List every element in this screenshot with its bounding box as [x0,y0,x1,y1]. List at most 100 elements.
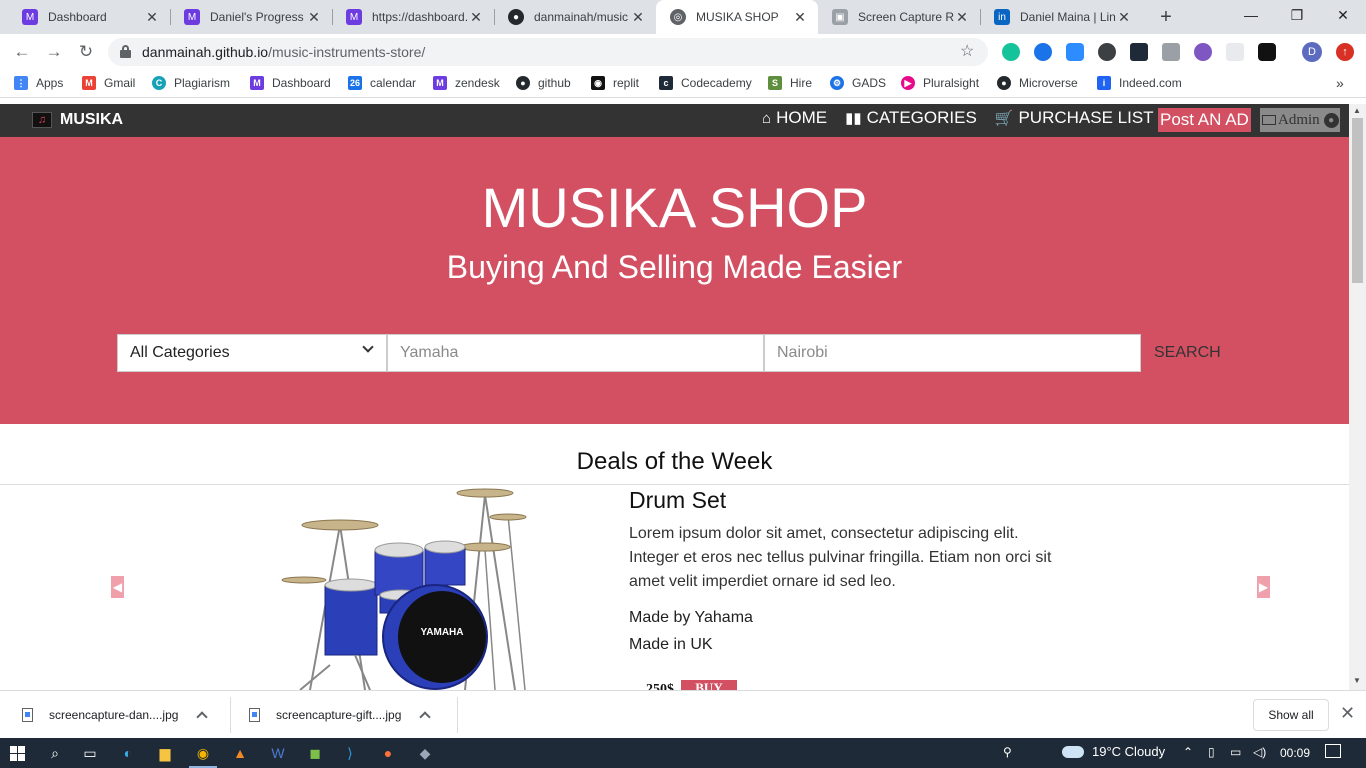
new-tab-button[interactable]: + [1154,5,1178,29]
nav-purchase-list-link[interactable]: 🛒 PURCHASE LIST [995,108,1154,128]
people-icon[interactable]: ⚲ [1003,745,1012,759]
bookmark-item[interactable]: C Plagiarism [152,76,230,90]
extension-icon[interactable] [1258,43,1276,61]
bookmark-item[interactable]: 26 calendar [348,76,416,90]
extension-icon[interactable] [1226,43,1244,61]
close-icon[interactable]: ✕ [1340,703,1355,724]
clock[interactable]: 00:09 [1280,746,1310,760]
bookmark-item[interactable]: M Dashboard [250,76,331,90]
windows-taskbar: ⌕ ▭ ◐ ▆ ◉ ▲ W ◼ ⟩ ● ◆ ⚲ 19°C Cloudy ⌃ ▯ … [0,738,1366,768]
chevron-up-icon[interactable] [196,711,209,723]
close-icon[interactable]: ✕ [1116,9,1132,26]
browser-tab[interactable]: M Dashboard ✕ [8,0,170,34]
edge-icon[interactable]: ◐ [118,743,138,763]
battery-icon[interactable]: ▯ [1208,745,1215,759]
scroll-down-icon[interactable]: ▼ [1353,676,1361,685]
close-icon[interactable]: ✕ [144,9,160,26]
scroll-up-icon[interactable]: ▲ [1353,106,1361,115]
file-explorer-icon[interactable]: ▆ [155,743,175,763]
scrollbar-thumb[interactable] [1352,118,1363,283]
browser-tab[interactable]: ▣ Screen Capture Re ✕ [818,0,980,34]
close-icon[interactable]: ✕ [306,9,322,26]
page-viewport: ♫ MUSIKA ⌂ HOME ▮▮ CATEGORIES 🛒 PURCHASE LI… [0,104,1349,690]
bookmark-item[interactable]: c Codecademy [659,76,752,90]
bookmark-item[interactable]: S Hire [768,76,812,90]
divider [0,484,1349,485]
reload-icon[interactable]: ↻ [74,40,98,64]
vlc-icon[interactable]: ▲ [230,743,250,763]
weather-widget[interactable]: 19°C Cloudy [1062,744,1165,759]
volume-icon[interactable]: ◁) [1253,745,1266,759]
keyword-input[interactable]: Yamaha [387,334,764,372]
bookmark-item[interactable]: M Gmail [82,76,135,90]
bookmark-item[interactable]: ◉ replit [591,76,639,90]
browser-tab[interactable]: in Daniel Maina | Link ✕ [980,0,1142,34]
close-icon[interactable]: ✕ [630,9,646,26]
extension-icon[interactable] [1194,43,1212,61]
search-button[interactable]: SEARCH [1154,334,1221,372]
extension-icon[interactable] [1098,43,1116,61]
category-select[interactable]: All Categories [117,334,387,372]
network-icon[interactable]: ▭ [1230,745,1241,759]
show-all-button[interactable]: Show all [1253,699,1329,731]
browser-tab[interactable]: M Daniel's Progress ✕ [170,0,332,34]
nav-categories-link[interactable]: ▮▮ CATEGORIES [845,108,977,128]
minimize-button[interactable]: — [1228,0,1274,30]
brand-logo[interactable]: ♫ MUSIKA [32,111,123,129]
update-menu-icon[interactable]: ↑ [1336,43,1354,61]
extension-icon[interactable] [1034,43,1052,61]
task-view-icon[interactable]: ▭ [80,743,100,763]
browser-tab-active[interactable]: ◎ MUSIKA SHOP ✕ [656,0,818,34]
address-bar[interactable]: danmainah.github.io/music-instruments-st… [108,38,988,66]
browser-tab[interactable]: M https://dashboard. ✕ [332,0,494,34]
firefox-icon[interactable]: ● [378,743,398,763]
bookmark-item[interactable]: ▶ Pluralsight [901,76,979,90]
bookmark-item[interactable]: i Indeed.com [1097,76,1182,90]
buy-button[interactable]: BUY [681,680,737,690]
bookmark-star-icon[interactable]: ☆ [960,41,974,61]
profile-avatar[interactable]: D [1302,42,1322,62]
carousel-next-button[interactable]: ▶ [1257,576,1270,598]
search-icon[interactable]: ⌕ [45,743,65,763]
android-icon[interactable]: ◼ [305,743,325,763]
bookmark-item[interactable]: Mzendesk [433,76,500,90]
close-icon[interactable]: ✕ [954,9,970,26]
page-scrollbar[interactable]: ▲ ▼ [1349,104,1366,690]
bookmark-item[interactable]: ● Microverse [997,76,1078,90]
browser-tab[interactable]: ● danmainah/music ✕ [494,0,656,34]
carousel-prev-button[interactable]: ◀ [111,576,124,598]
word-icon[interactable]: W [268,743,288,763]
close-icon[interactable]: ✕ [792,9,808,26]
bookmark-item[interactable]: ⚙ GADS [830,76,886,90]
postgres-icon[interactable]: ◆ [415,743,435,763]
lock-icon [120,45,131,58]
nav-home-link[interactable]: ⌂ HOME [762,108,827,128]
vscode-icon[interactable]: ⟩ [340,743,360,763]
close-icon[interactable]: ✕ [468,9,484,26]
forward-icon[interactable]: → [42,40,66,64]
grammarly-icon[interactable] [1002,43,1020,61]
bookmark-item[interactable]: ● github [516,76,571,90]
admin-button[interactable]: Admin ● [1260,108,1340,132]
window-close-button[interactable]: ✕ [1320,0,1366,30]
download-filename: screencapture-gift....jpg [276,708,402,722]
download-item[interactable]: screencapture-dan....jpg [22,691,209,739]
location-input[interactable]: Nairobi [764,334,1141,372]
chevron-up-icon[interactable] [419,711,432,723]
checklist-icon[interactable] [1130,43,1148,61]
windows-start-icon[interactable] [10,746,25,761]
chevron-up-icon[interactable]: ⌃ [1183,745,1193,759]
download-item[interactable]: screencapture-gift....jpg [249,691,432,739]
notifications-icon[interactable] [1325,744,1341,758]
restore-button[interactable]: ❐ [1274,0,1320,30]
zoom-icon[interactable] [1066,43,1084,61]
post-ad-button[interactable]: Post AN AD [1158,108,1251,132]
back-icon[interactable]: ← [10,40,34,64]
weather-condition: Cloudy [1124,744,1166,759]
chrome-icon[interactable]: ◉ [193,743,213,763]
camera-icon[interactable] [1162,43,1180,61]
github-icon: ● [508,9,524,25]
chevron-right-icon[interactable]: » [1336,75,1344,91]
bookmark-item[interactable]: ⋮ Apps [14,76,63,90]
product-title: Drum Set [629,487,727,513]
